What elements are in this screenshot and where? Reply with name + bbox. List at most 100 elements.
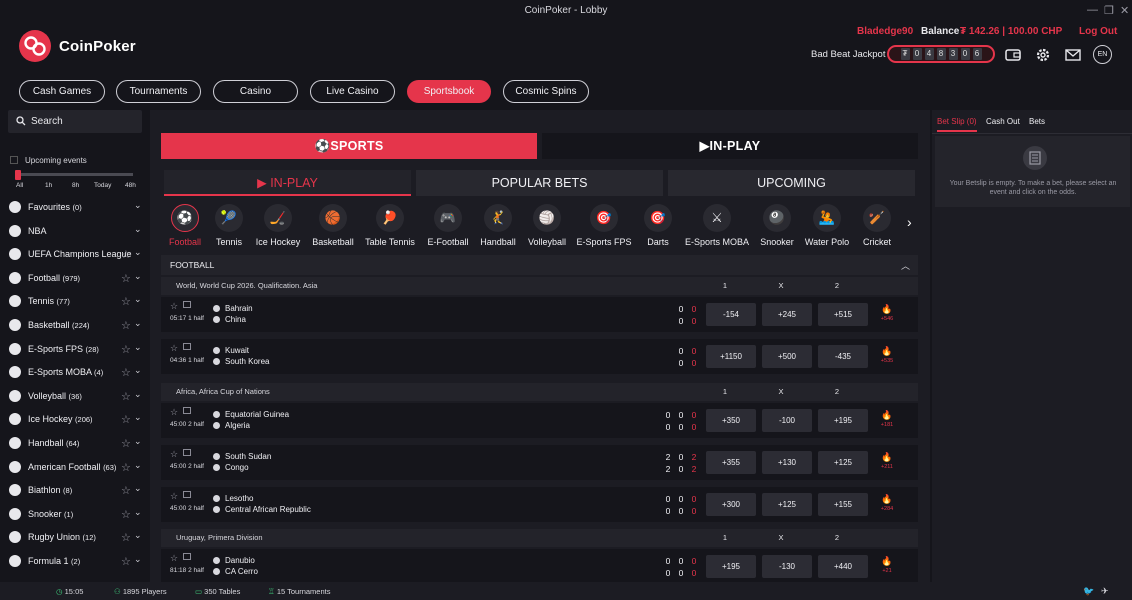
star-icon[interactable]: ☆ <box>121 248 131 261</box>
odds-home-button[interactable]: +1150 <box>706 345 756 368</box>
sport-filter-cricket[interactable]: 🏏 Cricket <box>849 204 905 250</box>
star-icon[interactable]: ☆ <box>121 531 131 544</box>
sidebar-sport-item[interactable]: UEFA Champions League ☆ ⌄ <box>0 244 150 266</box>
time-range-slider[interactable] <box>17 173 133 176</box>
stats-icon[interactable] <box>183 491 191 498</box>
odds-home-button[interactable]: +300 <box>706 493 756 516</box>
chevron-down-icon[interactable]: ⌄ <box>134 507 142 518</box>
star-icon[interactable]: ☆ <box>121 295 131 308</box>
odds-away-button[interactable]: +440 <box>818 555 868 578</box>
logout-link[interactable]: Log Out <box>1079 26 1117 37</box>
star-icon[interactable]: ☆ <box>121 366 131 379</box>
match-row[interactable]: ☆ 81:18 2 half Danubio CA Cerro 0 0 0 0 0 0 +195 -1… <box>161 549 918 582</box>
fire-icon[interactable]: 🔥 <box>879 304 895 315</box>
star-icon[interactable]: ☆ <box>170 449 178 460</box>
star-icon[interactable]: ☆ <box>121 461 131 474</box>
stats-icon[interactable] <box>183 553 191 560</box>
nav-casino[interactable]: Casino <box>213 80 298 103</box>
sidebar-sport-item[interactable]: Snooker (1) ☆ ⌄ <box>0 504 150 526</box>
close-icon[interactable]: ✕ <box>1120 4 1129 17</box>
tab-bet-slip[interactable]: Bet Slip (0) <box>937 117 977 126</box>
chevron-down-icon[interactable]: ⌄ <box>134 436 142 447</box>
star-icon[interactable]: ☆ <box>121 343 131 356</box>
section-header[interactable]: FOOTBALL ︿ <box>161 255 918 275</box>
minimize-icon[interactable]: — <box>1087 4 1098 16</box>
star-icon[interactable]: ☆ <box>170 301 178 312</box>
odds-draw-button[interactable]: -130 <box>762 555 812 578</box>
fire-icon[interactable]: 🔥 <box>879 452 895 463</box>
star-icon[interactable]: ☆ <box>121 437 131 450</box>
search-input[interactable]: Search <box>8 110 142 133</box>
restore-icon[interactable]: ❐ <box>1104 4 1114 17</box>
chevron-up-icon[interactable]: ︿ <box>901 259 910 272</box>
chevron-down-icon[interactable]: ⌄ <box>134 554 142 565</box>
time-option-all[interactable]: All <box>16 182 23 189</box>
fire-icon[interactable]: 🔥 <box>879 346 895 357</box>
star-icon[interactable]: ☆ <box>121 319 131 332</box>
star-icon[interactable]: ☆ <box>121 484 131 497</box>
sidebar-sport-item[interactable]: American Football (63) ☆ ⌄ <box>0 457 150 479</box>
tab-bets[interactable]: Bets <box>1029 117 1045 126</box>
star-icon[interactable]: ☆ <box>170 407 178 418</box>
sidebar-sport-item[interactable]: E-Sports MOBA (4) ☆ ⌄ <box>0 362 150 384</box>
stats-icon[interactable] <box>183 407 191 414</box>
nav-sportsbook[interactable]: Sportsbook <box>407 80 491 103</box>
sidebar-sport-item[interactable]: Football (979) ☆ ⌄ <box>0 268 150 290</box>
odds-home-button[interactable]: +350 <box>706 409 756 432</box>
match-row[interactable]: ☆ 45:00 2 half Lesotho Central African Repu… <box>161 487 918 522</box>
twitter-icon[interactable]: 🐦 <box>1083 586 1094 597</box>
chevron-down-icon[interactable]: ⌄ <box>134 460 142 471</box>
match-row[interactable]: ☆ 05:17 1 half Bahrain China 0 0 0 0 -154 +245 +51… <box>161 297 918 332</box>
language-selector[interactable]: EN <box>1093 45 1112 64</box>
match-row[interactable]: ☆ 45:00 2 half South Sudan Congo 2 2 0 0 2 2 +355 +… <box>161 445 918 480</box>
time-option-48h[interactable]: 48h <box>125 182 136 189</box>
settings-gear-icon[interactable] <box>1034 46 1052 64</box>
stats-icon[interactable] <box>183 343 191 350</box>
nav-tournaments[interactable]: Tournaments <box>116 80 201 103</box>
chevron-down-icon[interactable]: ⌄ <box>134 224 142 235</box>
chevron-down-icon[interactable]: ⌄ <box>134 318 142 329</box>
star-icon[interactable]: ☆ <box>121 390 131 403</box>
chevron-down-icon[interactable]: ⌄ <box>134 271 142 282</box>
more-markets-count[interactable]: +181 <box>875 422 899 428</box>
wallet-icon[interactable] <box>1004 46 1022 64</box>
sidebar-sport-item[interactable]: Favourites (0) ⌄ <box>0 197 150 219</box>
odds-home-button[interactable]: +195 <box>706 555 756 578</box>
chevron-down-icon[interactable]: ⌄ <box>134 200 142 211</box>
chevron-down-icon[interactable]: ⌄ <box>134 247 142 258</box>
fire-icon[interactable]: 🔥 <box>879 494 895 505</box>
subtab-inplay[interactable]: ▶ IN-PLAY <box>164 170 411 196</box>
mail-icon[interactable] <box>1064 46 1082 64</box>
star-icon[interactable]: ☆ <box>121 555 131 568</box>
upcoming-events-checkbox[interactable] <box>10 156 18 164</box>
match-row[interactable]: ☆ 45:00 2 half Equatorial Guinea Algeria 0 0 0… <box>161 403 918 438</box>
fire-icon[interactable]: 🔥 <box>879 556 895 567</box>
sidebar-sport-item[interactable]: Biathlon (8) ☆ ⌄ <box>0 480 150 502</box>
sidebar-sport-item[interactable]: E-Sports FPS (28) ☆ ⌄ <box>0 339 150 361</box>
sport-filter-darts[interactable]: 🎯 Darts <box>630 204 686 250</box>
star-icon[interactable]: ☆ <box>170 491 178 502</box>
tab-sports[interactable]: ⚽SPORTS <box>161 133 537 159</box>
sidebar-sport-item[interactable]: Ice Hockey (206) ☆ ⌄ <box>0 409 150 431</box>
nav-cosmic-spins[interactable]: Cosmic Spins <box>503 80 589 103</box>
chevron-down-icon[interactable]: ⌄ <box>134 294 142 305</box>
nav-live-casino[interactable]: Live Casino <box>310 80 395 103</box>
star-icon[interactable]: ☆ <box>170 553 178 564</box>
time-option-8h[interactable]: 8h <box>72 182 79 189</box>
odds-away-button[interactable]: +125 <box>818 451 868 474</box>
odds-draw-button[interactable]: -100 <box>762 409 812 432</box>
chevron-down-icon[interactable]: ⌄ <box>134 530 142 541</box>
odds-draw-button[interactable]: +130 <box>762 451 812 474</box>
more-markets-count[interactable]: +21 <box>875 568 899 574</box>
telegram-icon[interactable]: ✈ <box>1101 586 1109 597</box>
sidebar-sport-item[interactable]: Tennis (77) ☆ ⌄ <box>0 291 150 313</box>
more-markets-count[interactable]: +535 <box>875 358 899 364</box>
nav-cash-games[interactable]: Cash Games <box>19 80 105 103</box>
star-icon[interactable]: ☆ <box>121 272 131 285</box>
odds-away-button[interactable]: +515 <box>818 303 868 326</box>
fire-icon[interactable]: 🔥 <box>879 410 895 421</box>
chevron-down-icon[interactable]: ⌄ <box>134 483 142 494</box>
sport-filter-e-sports-moba[interactable]: ⚔ E-Sports MOBA <box>685 204 749 250</box>
odds-away-button[interactable]: -435 <box>818 345 868 368</box>
odds-draw-button[interactable]: +245 <box>762 303 812 326</box>
